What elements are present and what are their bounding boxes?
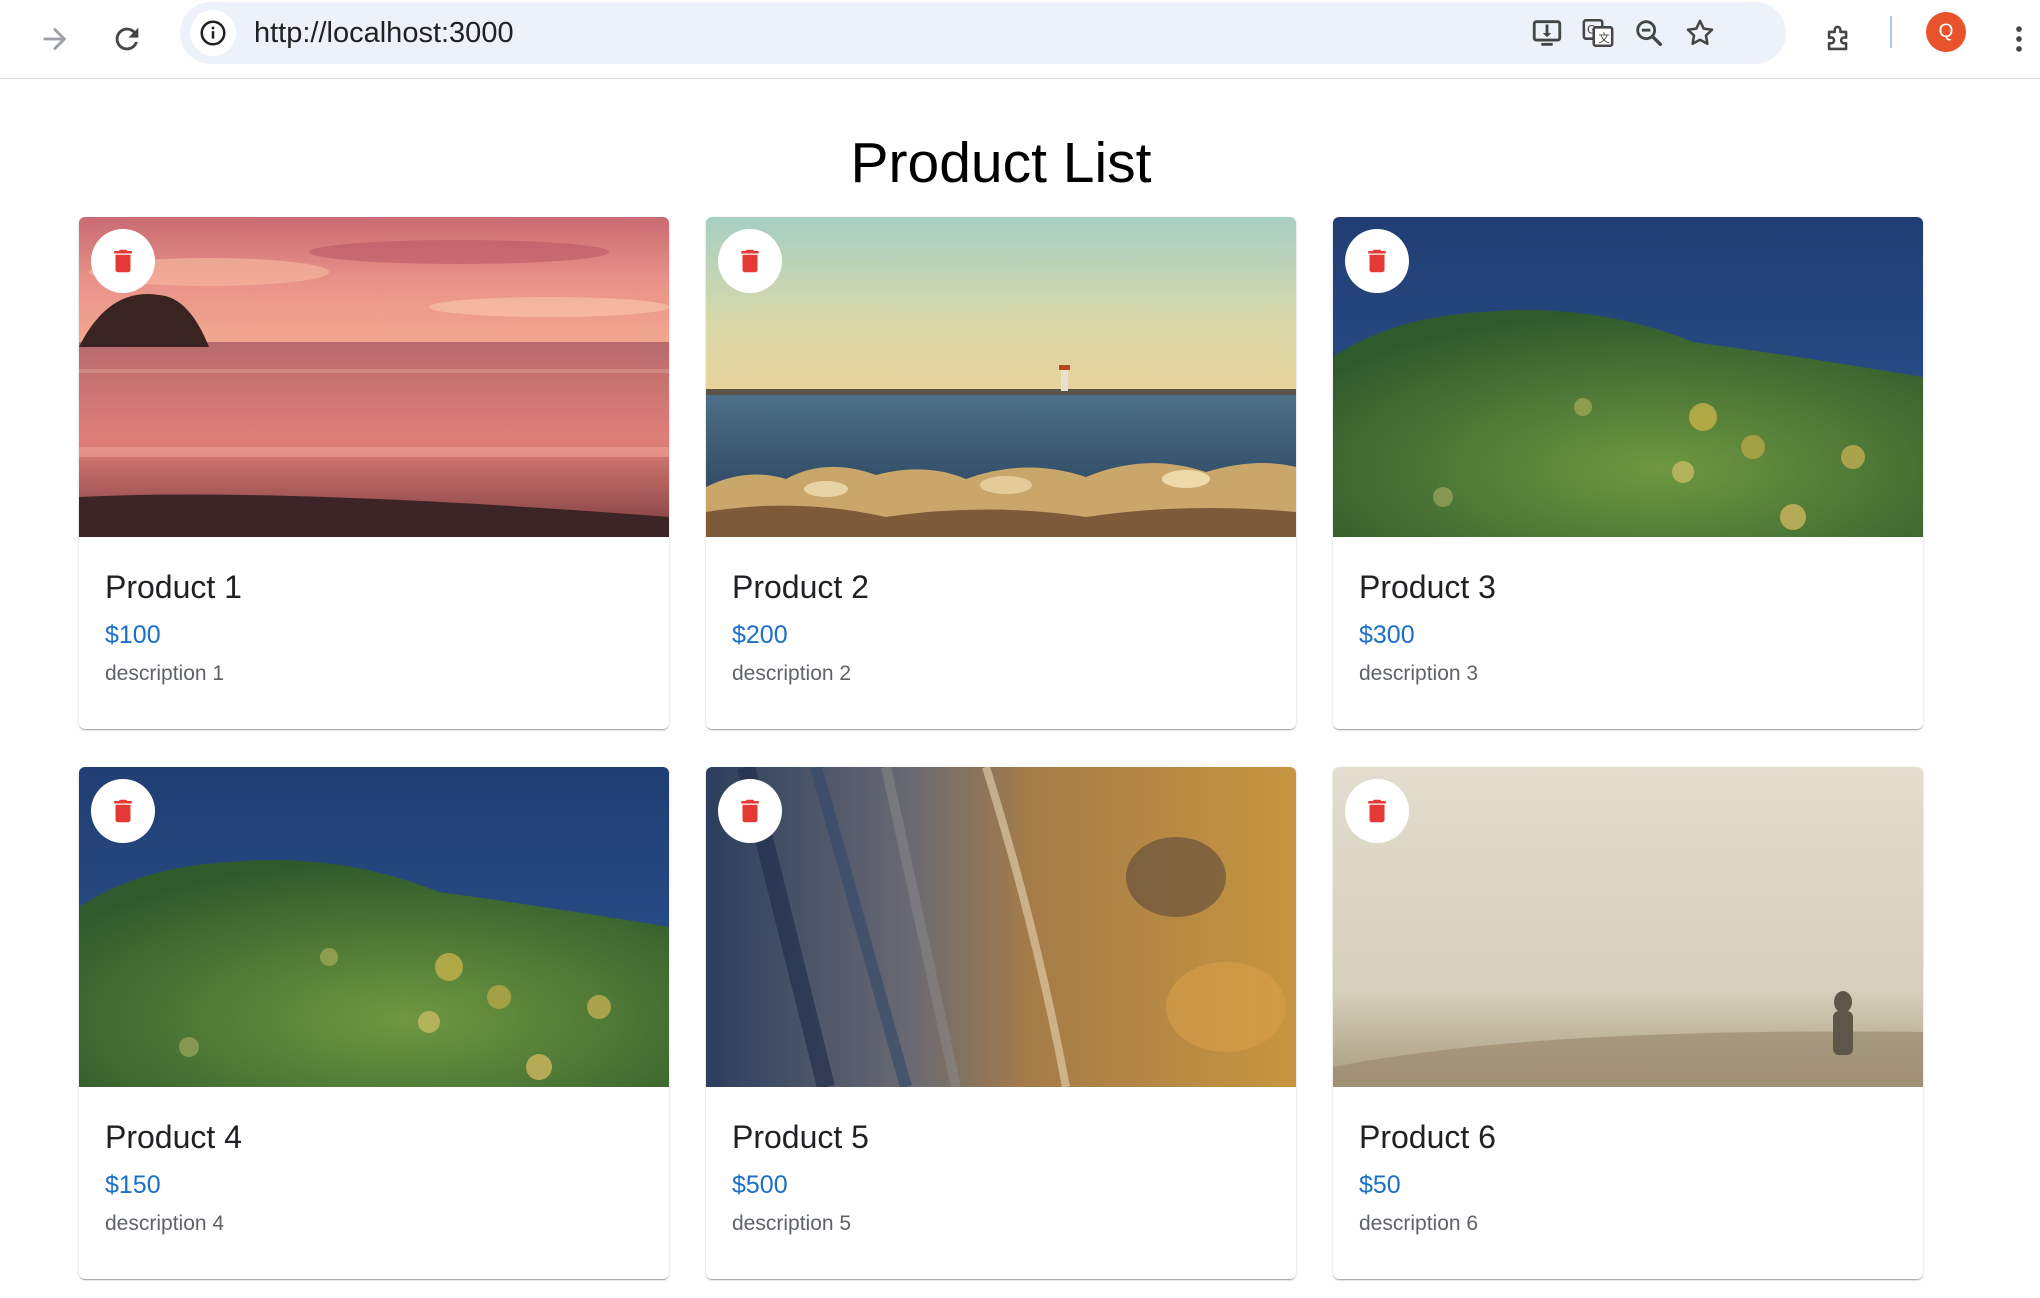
product-price: $300 — [1359, 621, 1415, 649]
delete-button[interactable] — [718, 779, 782, 843]
delete-button[interactable] — [1345, 779, 1409, 843]
delete-button[interactable] — [1345, 229, 1409, 293]
browser-toolbar: http://localhost:3000 G文 Q — [0, 0, 2040, 79]
product-description: description 6 — [1359, 1212, 1479, 1235]
bookmark-star-icon[interactable] — [1677, 10, 1723, 56]
product-price: $500 — [732, 1171, 788, 1199]
product-card: Product 1 $100 description 1 — [79, 217, 669, 729]
product-price: $150 — [105, 1171, 161, 1199]
product-name: Product 2 — [732, 569, 869, 605]
product-price: $50 — [1359, 1171, 1401, 1199]
product-name: Product 4 — [105, 1119, 242, 1155]
svg-text:G: G — [1587, 23, 1596, 37]
menu-kebab-icon[interactable] — [1990, 10, 2040, 68]
trash-icon — [735, 796, 765, 826]
product-card: Product 4 $150 description 4 — [79, 767, 669, 1279]
product-grid: Product 1 $100 description 1 Product 2 $… — [79, 217, 1924, 1279]
product-image-green-hill — [79, 767, 669, 1087]
reload-icon[interactable] — [98, 10, 156, 68]
profile-avatar[interactable]: Q — [1926, 12, 1966, 52]
product-description: description 3 — [1359, 662, 1479, 685]
product-description: description 5 — [732, 1212, 852, 1235]
product-description: description 1 — [105, 662, 225, 685]
product-name: Product 1 — [105, 569, 242, 605]
product-price: $200 — [732, 621, 788, 649]
url-text[interactable]: http://localhost:3000 — [254, 2, 514, 64]
product-name: Product 5 — [732, 1119, 869, 1155]
page-title: Product List — [850, 131, 1152, 195]
product-card: Product 3 $300 description 3 — [1333, 217, 1923, 729]
zoom-out-icon[interactable] — [1626, 10, 1672, 56]
product-description: description 2 — [732, 662, 852, 685]
trash-icon — [1362, 246, 1392, 276]
address-bar[interactable]: http://localhost:3000 G文 — [180, 2, 1786, 64]
product-image-sunset-beach — [79, 217, 669, 537]
product-image-green-hill — [1333, 217, 1923, 537]
product-image-aerial-terrain — [706, 767, 1296, 1087]
product-name: Product 6 — [1359, 1119, 1496, 1155]
delete-button[interactable] — [718, 229, 782, 293]
product-card: Product 2 $200 description 2 — [706, 217, 1296, 729]
trash-icon — [735, 246, 765, 276]
delete-button[interactable] — [91, 779, 155, 843]
trash-icon — [108, 246, 138, 276]
product-price: $100 — [105, 621, 161, 649]
svg-text:文: 文 — [1598, 31, 1609, 45]
product-name: Product 3 — [1359, 569, 1496, 605]
product-image-lighthouse-shore — [706, 217, 1296, 537]
toolbar-divider — [1890, 16, 1892, 48]
product-description: description 4 — [105, 1212, 225, 1235]
product-card: Product 6 $50 description 6 — [1333, 767, 1923, 1279]
site-info-icon[interactable] — [190, 10, 236, 56]
trash-icon — [1362, 796, 1392, 826]
delete-button[interactable] — [91, 229, 155, 293]
product-image-foggy-field — [1333, 767, 1923, 1087]
extensions-icon[interactable] — [1810, 10, 1868, 68]
forward-icon[interactable] — [26, 10, 84, 68]
trash-icon — [108, 796, 138, 826]
translate-icon[interactable]: G文 — [1575, 10, 1621, 56]
product-card: Product 5 $500 description 5 — [706, 767, 1296, 1279]
install-app-icon[interactable] — [1524, 10, 1570, 56]
